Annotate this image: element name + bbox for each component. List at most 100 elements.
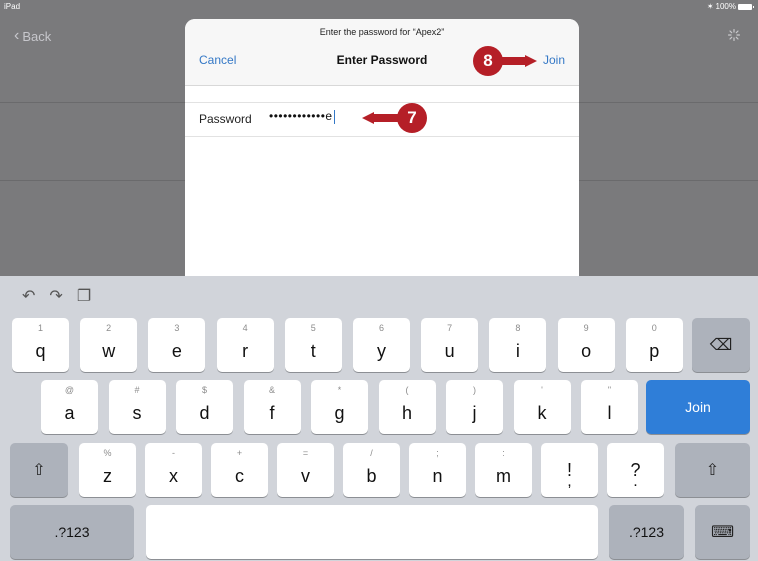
callout-7-badge: 7 <box>397 103 427 133</box>
key-alt-label: ( <box>405 385 409 395</box>
key-alt-label: @ <box>64 385 75 395</box>
key-alt-label: ' <box>541 385 543 395</box>
key-secondary-label: . <box>633 473 638 490</box>
letter-key[interactable]: @ a <box>41 380 98 434</box>
letter-key[interactable]: -x <box>145 443 202 497</box>
key-alt-label: 7 <box>447 323 453 333</box>
letter-key[interactable]: 5t <box>284 318 342 372</box>
key-alt-label: 8 <box>515 323 521 333</box>
letter-key[interactable]: 3e <box>148 318 206 372</box>
key-main-label: c <box>235 465 244 486</box>
background-divider <box>579 180 758 181</box>
letter-key[interactable]: * g <box>311 380 368 434</box>
letter-key[interactable]: # s <box>108 380 166 434</box>
numbers-key-label: .?123 <box>54 524 90 540</box>
join-key[interactable]: Join <box>646 380 750 434</box>
key-main-label: b <box>366 465 377 486</box>
letter-key[interactable]: & f <box>243 380 301 434</box>
key-main-label: t <box>310 340 316 361</box>
dialog-header: Enter the password for “Apex2” Cancel En… <box>185 19 579 86</box>
letter-key[interactable]: = v <box>277 443 334 497</box>
letter-key[interactable]: 6y <box>353 318 410 372</box>
key-main-label: q <box>35 340 46 361</box>
key-main-label: d <box>199 402 210 423</box>
shortcut-bar: ↶ ↷ ❐ <box>22 286 91 306</box>
key-alt-label: # <box>134 385 140 395</box>
bluetooth-icon: ✶ <box>706 2 714 11</box>
key-alt-label: * <box>337 385 342 395</box>
shift-key-left[interactable]: ⇧ <box>10 443 68 497</box>
letter-key[interactable]: " l <box>581 380 638 434</box>
space-key[interactable] <box>146 505 598 559</box>
key-main-label: k <box>537 402 547 423</box>
letter-key[interactable]: / b <box>343 443 400 497</box>
key-alt-label: 0 <box>651 323 657 333</box>
letter-key[interactable]: + c <box>211 443 268 497</box>
key-main-label: r <box>242 340 249 361</box>
paste-icon[interactable]: ❐ <box>77 286 91 306</box>
letter-key[interactable]: :m <box>475 443 532 497</box>
redo-icon[interactable]: ↷ <box>49 286 62 306</box>
letter-key[interactable]: $ d <box>176 380 233 434</box>
letter-key[interactable]: 0p <box>625 318 683 372</box>
key-secondary-label: , <box>567 473 572 490</box>
password-field[interactable]: ••••••••••••e <box>269 109 335 124</box>
key-main-label: p <box>649 340 660 361</box>
key-main-label: n <box>432 465 443 486</box>
key-main-label: j <box>472 402 477 423</box>
join-button[interactable]: Join <box>543 53 565 67</box>
key-main-label: f <box>269 402 275 423</box>
battery-percent: 100% <box>715 2 736 11</box>
key-alt-label: ) <box>473 385 476 395</box>
key-alt-label: 3 <box>174 323 180 333</box>
key-alt-label: - <box>172 448 175 458</box>
key-main-label: w <box>102 340 116 361</box>
undo-icon[interactable]: ↶ <box>22 286 35 306</box>
letter-key[interactable]: % z <box>79 443 136 497</box>
shift-key-right[interactable]: ⇧ <box>675 443 750 497</box>
key-main-label: l <box>607 402 612 423</box>
key-alt-label: " <box>607 385 612 395</box>
callout-8-badge: 8 <box>473 46 503 76</box>
backspace-key[interactable]: ⌫ <box>692 318 750 372</box>
password-label: Password <box>199 112 252 126</box>
letter-key[interactable]: 4r <box>216 318 274 372</box>
letter-key[interactable]: 9o <box>557 318 615 372</box>
letter-key[interactable]: ) j <box>446 380 503 434</box>
letter-key[interactable]: (h <box>378 380 436 434</box>
key-main-label: g <box>334 402 345 423</box>
letter-key[interactable]: ?. <box>607 443 664 497</box>
key-main-label: o <box>581 340 592 361</box>
join-key-label: Join <box>685 399 711 415</box>
back-label: Back <box>22 28 52 44</box>
letter-key[interactable]: 2w <box>80 318 138 372</box>
background-divider <box>0 102 185 103</box>
letter-key[interactable]: !, <box>541 443 598 497</box>
letter-key[interactable]: 7u <box>421 318 479 372</box>
device-name: iPad <box>4 2 21 11</box>
delete-backward-icon: ⌫ <box>709 337 733 354</box>
key-alt-label: 5 <box>310 323 316 333</box>
letter-key[interactable]: ; n <box>409 443 466 497</box>
numbers-key-right[interactable]: .?123 <box>609 505 684 559</box>
key-main-label: a <box>64 402 75 423</box>
battery-indicator: ✶ 100% <box>706 2 754 11</box>
letter-key[interactable]: ' k <box>513 380 571 434</box>
back-button[interactable]: ‹ Back <box>14 27 51 45</box>
key-main-label: v <box>301 465 310 486</box>
password-value: ••••••••••••e <box>269 109 333 123</box>
key-alt-label: : <box>502 448 505 458</box>
key-main-label: i <box>515 340 520 361</box>
letter-key[interactable]: 1q <box>12 318 69 372</box>
keyboard-hide-icon: ⌨ <box>710 524 735 541</box>
background-divider <box>0 180 185 181</box>
numbers-key-left[interactable]: .?123 <box>10 505 134 559</box>
letter-key[interactable]: 8i <box>489 318 547 372</box>
key-main-label: s <box>132 402 142 423</box>
shift-icon: ⇧ <box>705 462 720 479</box>
dismiss-keyboard-key[interactable]: ⌨ <box>695 505 750 559</box>
key-main-label: e <box>171 340 182 361</box>
key-alt-label: 6 <box>378 323 384 333</box>
status-bar: iPad ✶ 100% <box>0 0 758 14</box>
key-alt-label: + <box>236 448 243 458</box>
